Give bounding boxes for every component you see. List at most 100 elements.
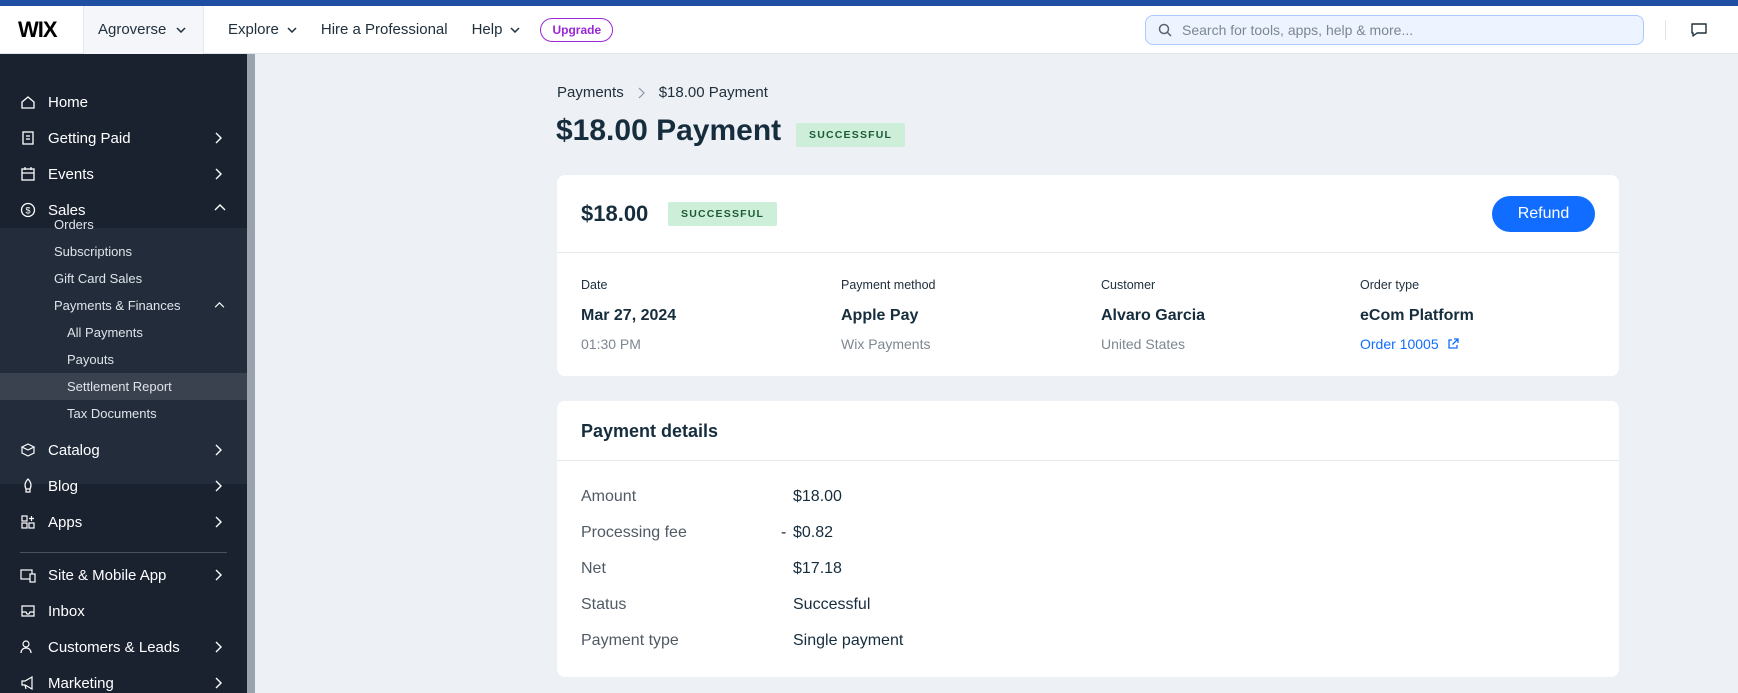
sidebar-item-apps[interactable]: Apps — [0, 504, 247, 540]
sidebar-item-blog[interactable]: Blog — [0, 468, 247, 504]
date-value: Mar 27, 2024 — [581, 307, 677, 324]
sidebar-item-label: Catalog — [48, 441, 100, 459]
chevron-down-icon — [176, 26, 186, 33]
chevron-down-icon — [287, 26, 297, 33]
apps-icon — [21, 515, 35, 529]
payment-method-column: Payment method Apple Pay Wix Payments — [841, 278, 936, 352]
payment-method-value: Apple Pay — [841, 307, 919, 324]
chevron-up-icon — [214, 302, 225, 308]
payment-amount: $18.00 — [581, 201, 649, 226]
detail-row-processing-fee: Processing fee - $0.82 — [581, 524, 1481, 546]
sidebar-item-catalog[interactable]: Catalog — [0, 432, 247, 468]
customers-icon — [20, 640, 32, 654]
detail-row-net: Net $17.18 — [581, 560, 1481, 582]
breadcrumb: Payments $18.00 Payment — [557, 84, 768, 101]
sidebar-item-label: Payments & Finances — [54, 298, 181, 313]
nav-hire-label: Hire a Professional — [320, 21, 448, 38]
sidebar-item-label: Site & Mobile App — [48, 566, 167, 584]
sidebar-item-events[interactable]: Events — [0, 156, 247, 192]
breadcrumb-payments-link[interactable]: Payments — [557, 84, 624, 101]
card-divider — [557, 460, 1619, 461]
detail-row-amount: Amount $18.00 — [581, 488, 1481, 510]
pen-icon — [24, 478, 32, 493]
payment-provider: Wix Payments — [841, 336, 936, 352]
order-type-label: Order type — [1360, 278, 1420, 292]
customer-label: Customer — [1101, 278, 1156, 292]
detail-value: $0.82 — [793, 524, 834, 541]
calendar-icon — [21, 167, 35, 181]
payment-method-label: Payment method — [841, 278, 936, 292]
upgrade-button[interactable]: Upgrade — [540, 17, 614, 42]
megaphone-icon — [21, 675, 33, 691]
detail-key: Processing fee — [581, 524, 687, 541]
sidebar-item-subscriptions[interactable]: Subscriptions — [54, 244, 132, 259]
sidebar-item-label: Getting Paid — [48, 129, 131, 147]
sidebar-item-orders[interactable]: Orders — [54, 217, 94, 232]
sidebar-divider — [20, 552, 227, 553]
nav-hire-professional[interactable]: Hire a Professional — [321, 21, 448, 38]
chevron-right-icon — [215, 480, 222, 492]
nav-help[interactable]: Help — [472, 21, 521, 38]
home-icon — [21, 96, 35, 109]
minus-sign: - — [781, 524, 787, 541]
search-icon — [1158, 23, 1172, 37]
detail-key: Net — [581, 560, 606, 577]
sidebar-item-label: Inbox — [48, 602, 85, 620]
sidebar-item-label: Apps — [48, 513, 83, 531]
sidebar-item-gift-card-sales[interactable]: Gift Card Sales — [54, 271, 142, 286]
time-text: 01:30 PM — [581, 336, 641, 352]
time-value: 01:30 PM — [581, 336, 676, 352]
chevron-right-icon — [215, 569, 222, 581]
breadcrumb-current: $18.00 Payment — [658, 84, 768, 101]
refund-button[interactable]: Refund — [1492, 196, 1595, 232]
sidebar-item-marketing[interactable]: Marketing — [0, 665, 247, 693]
sidebar-item-inbox[interactable]: Inbox — [0, 593, 247, 629]
chat-icon[interactable] — [1690, 21, 1708, 39]
detail-row-payment-type: Payment type Single payment — [581, 632, 1481, 654]
detail-value: Successful — [793, 596, 871, 613]
order-type-value: eCom Platform — [1360, 307, 1474, 324]
chevron-right-icon — [215, 516, 222, 528]
sidebar-item-payments-finances[interactable]: Payments & Finances — [54, 298, 234, 313]
chevron-right-icon — [215, 444, 222, 456]
wix-logo[interactable]: WIX — [0, 5, 84, 54]
nav-explore-label: Explore — [228, 21, 279, 38]
search-input[interactable]: Search for tools, apps, help & more... — [1145, 15, 1644, 45]
customer-name: Alvaro Garcia — [1101, 307, 1206, 324]
nav-explore[interactable]: Explore — [228, 21, 297, 38]
sidebar-item-getting-paid[interactable]: Getting Paid — [0, 120, 247, 156]
sidebar-item-label: Blog — [48, 477, 79, 495]
site-name: Agroverse — [98, 21, 167, 38]
external-link-icon[interactable] — [1447, 338, 1459, 350]
chevron-up-icon — [214, 204, 226, 211]
sidebar-item-home[interactable]: Home — [0, 84, 247, 120]
sidebar-item-all-payments[interactable]: All Payments — [67, 325, 143, 340]
payment-details-card: Payment details Amount $18.00 Processing… — [557, 401, 1619, 677]
sidebar-item-site-mobile-app[interactable]: Site & Mobile App — [0, 557, 247, 593]
payment-summary-card: $18.00 SUCCESSFUL Refund Date Mar 27, 20… — [557, 175, 1619, 376]
sidebar-item-label: Customers & Leads — [48, 638, 180, 656]
sidebar-item-payouts[interactable]: Payouts — [67, 352, 114, 367]
chevron-down-icon — [510, 26, 520, 33]
detail-key: Amount — [581, 488, 637, 505]
sidebar-item-customers-leads[interactable]: Customers & Leads — [0, 629, 247, 665]
sidebar-scrollbar[interactable] — [247, 54, 255, 693]
sidebar-item-tax-documents[interactable]: Tax Documents — [67, 406, 157, 421]
chevron-right-icon — [638, 87, 645, 98]
payment-provider-text: Wix Payments — [841, 336, 931, 352]
site-switcher[interactable]: Agroverse — [84, 5, 204, 54]
sidebar-item-label: Home — [48, 93, 89, 111]
sidebar-item-settlement-report[interactable]: Settlement Report — [67, 379, 172, 394]
date-column: Date Mar 27, 2024 01:30 PM — [581, 278, 676, 352]
detail-key: Payment type — [581, 632, 679, 649]
order-link-text[interactable]: Order 10005 — [1360, 336, 1439, 352]
order-link[interactable]: Order 10005 — [1360, 336, 1474, 352]
detail-value: $18.00 — [793, 488, 842, 505]
inbox-icon — [21, 605, 35, 617]
sidebar-item-label: Sales — [48, 201, 86, 219]
detail-row-status: Status Successful — [581, 596, 1481, 618]
sidebar-item-sales[interactable]: $ Sales — [0, 192, 247, 228]
site-icon — [20, 569, 36, 583]
order-type-column: Order type eCom Platform Order 10005 — [1360, 278, 1474, 352]
sidebar-item-label: Marketing — [48, 674, 114, 692]
